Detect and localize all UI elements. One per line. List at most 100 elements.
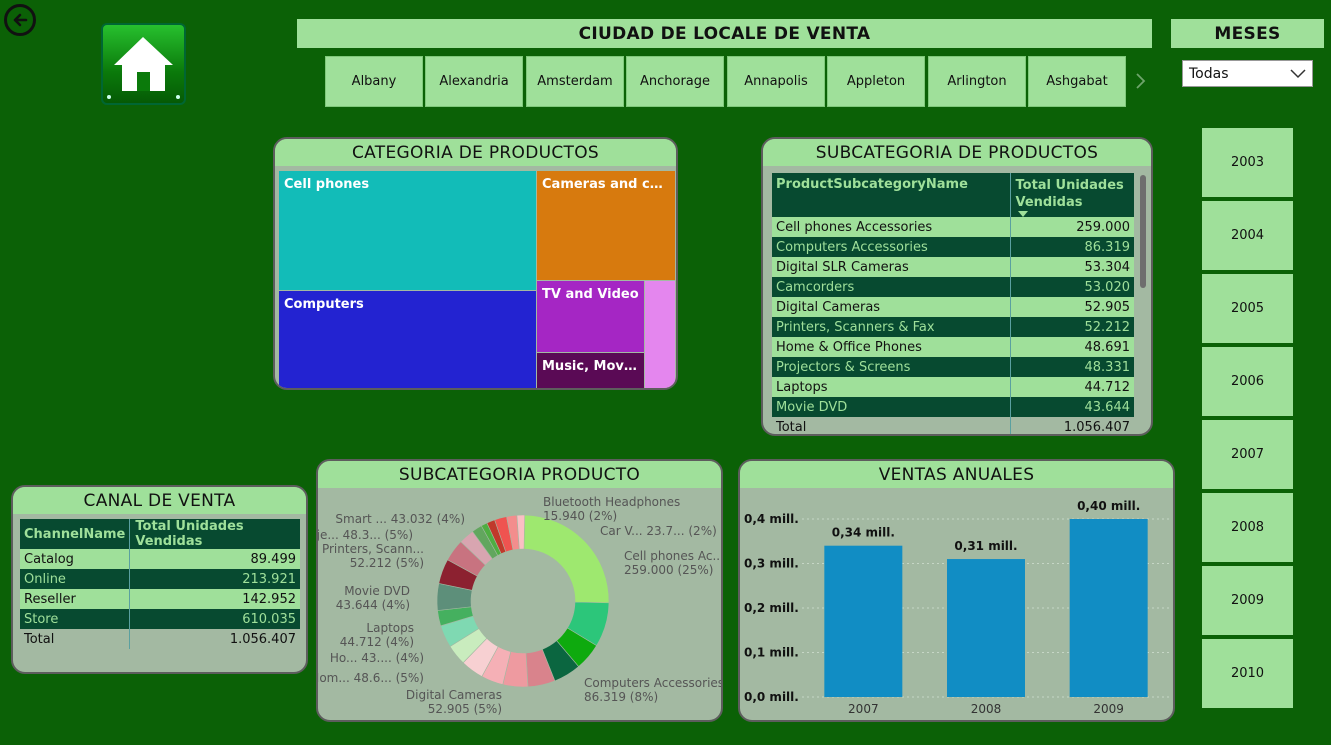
total-value: 1.056.407: [229, 631, 296, 647]
channel-table: ChannelName Total Unidades Vendidas Cata…: [20, 519, 300, 649]
year-tile[interactable]: 2007: [1202, 420, 1293, 489]
total-value: 1.056.407: [1063, 419, 1130, 435]
column-header-subcategory[interactable]: ProductSubcategoryName: [772, 173, 1011, 217]
channel-title: CANAL DE VENTA: [13, 487, 306, 514]
month-dropdown[interactable]: Todas: [1182, 60, 1313, 87]
year-tile[interactable]: 2008: [1202, 493, 1293, 562]
subcategory-table: ProductSubcategoryName Total Unidades Ve…: [772, 173, 1134, 435]
table-row[interactable]: Home & Office Phones 48.691: [772, 337, 1134, 357]
table-row[interactable]: Projectors & Screens 48.331: [772, 357, 1134, 377]
scrollbar-thumb[interactable]: [1140, 175, 1146, 288]
row-name: Reseller: [20, 589, 131, 609]
table-row[interactable]: Computers Accessories 86.319: [772, 237, 1134, 257]
total-label: Total: [20, 629, 131, 649]
table-row[interactable]: Laptops 44.712: [772, 377, 1134, 397]
row-name: Projectors & Screens: [772, 357, 1011, 377]
year-tile[interactable]: 2009: [1202, 566, 1293, 635]
home-button[interactable]: [101, 23, 186, 105]
table-row[interactable]: Cell phones Accessories 259.000: [772, 217, 1134, 237]
treemap-cell-music-movies[interactable]: Music, Movie…: [537, 353, 644, 388]
row-value: 52.905: [1084, 299, 1131, 315]
city-tile[interactable]: Albany: [325, 56, 423, 107]
table-row[interactable]: Digital Cameras 52.905: [772, 297, 1134, 317]
table-row[interactable]: Printers, Scanners & Fax 52.212: [772, 317, 1134, 337]
year-tile[interactable]: 2005: [1202, 274, 1293, 343]
x-tick-label: 2009: [1093, 702, 1124, 716]
year-tile[interactable]: 2010: [1202, 639, 1293, 708]
row-value: 48.331: [1084, 359, 1131, 375]
year-tile[interactable]: 2003: [1202, 128, 1293, 197]
table-row[interactable]: Movie DVD 43.644: [772, 397, 1134, 417]
row-name: Digital SLR Cameras: [772, 257, 1011, 277]
row-name: Store: [20, 609, 131, 629]
y-tick-label: 0,0 mill.: [744, 690, 799, 704]
channel-panel: CANAL DE VENTA ChannelName Total Unidade…: [11, 485, 308, 674]
treemap-cell-cameras[interactable]: Cameras and cam…: [537, 171, 675, 280]
row-value: 52.212: [1084, 319, 1131, 335]
bar-value-label: 0,31 mill.: [954, 539, 1017, 553]
row-value: 89.499: [250, 551, 297, 567]
bar-value-label: 0,40 mill.: [1077, 499, 1140, 513]
column-header-total[interactable]: Total Unidades Vendidas: [1010, 173, 1134, 217]
donut-title: SUBCATEGORIA PRODUCTO: [318, 461, 721, 488]
donut-label: Cell phones Ac...: [624, 549, 721, 563]
donut-label: Hom... 48.6... (5%): [318, 671, 424, 685]
subcategory-panel: SUBCATEGORIA DE PRODUCTOS ProductSubcate…: [761, 137, 1153, 436]
donut-label: 52.212 (5%): [350, 556, 424, 570]
table-row[interactable]: Digital SLR Cameras 53.304: [772, 257, 1134, 277]
donut-label: Computers Accessories: [584, 676, 721, 690]
back-button[interactable]: [4, 4, 36, 36]
row-value: 213.921: [242, 571, 296, 587]
column-header-total[interactable]: Total Unidades Vendidas: [130, 519, 300, 549]
table-row[interactable]: Catalog 89.499: [20, 549, 300, 569]
year-tile[interactable]: 2004: [1202, 201, 1293, 270]
category-panel: CATEGORIA DE PRODUCTOS Cell phones Camer…: [273, 137, 678, 390]
donut-label: 43.644 (4%): [336, 598, 410, 612]
category-title: CATEGORIA DE PRODUCTOS: [275, 139, 676, 166]
table-row[interactable]: Online 213.921: [20, 569, 300, 589]
x-tick-label: 2007: [848, 702, 879, 716]
bar-2009[interactable]: [1069, 519, 1148, 697]
row-name: Camcorders: [772, 277, 1011, 297]
row-value: 610.035: [242, 611, 296, 627]
treemap-cell-tv-video[interactable]: TV and Video: [537, 281, 644, 352]
donut-label: 259.000 (25%): [624, 563, 713, 577]
city-slicer-title: CIUDAD DE LOCALE DE VENTA: [297, 19, 1152, 48]
donut-label: Movie DVD: [344, 584, 410, 598]
donut-label: Proje... 48.3... (5%): [318, 528, 413, 542]
bar-value-label: 0,34 mill.: [832, 526, 895, 540]
column-header-channel[interactable]: ChannelName: [20, 519, 131, 549]
treemap-cell-computers[interactable]: Computers: [279, 291, 536, 388]
table-row[interactable]: Store 610.035: [20, 609, 300, 629]
table-row[interactable]: Reseller 142.952: [20, 589, 300, 609]
city-tile[interactable]: Alexandria: [425, 56, 523, 107]
city-tile[interactable]: Arlington: [928, 56, 1026, 107]
donut-label: Ho... 43.... (4%): [330, 651, 424, 665]
donut-label: 44.712 (4%): [340, 635, 414, 649]
donut-label: 52.905 (5%): [428, 702, 502, 716]
city-tile[interactable]: Amsterdam: [526, 56, 624, 107]
y-tick-label: 0,2 mill.: [744, 601, 799, 615]
bar-2007[interactable]: [824, 545, 903, 697]
city-tile[interactable]: Appleton: [827, 56, 925, 107]
city-tile[interactable]: Ashgabat: [1028, 56, 1126, 107]
donut-chart: Bluetooth Headphones 15.940 (2%) Car V..…: [318, 495, 721, 716]
city-tile[interactable]: Anchorage: [626, 56, 724, 107]
treemap-cell-other[interactable]: [645, 281, 675, 388]
row-name: Digital Cameras: [772, 297, 1011, 317]
row-name: Online: [20, 569, 131, 589]
bar-2008[interactable]: [947, 559, 1025, 697]
treemap-cell-cell-phones[interactable]: Cell phones: [279, 171, 536, 290]
x-tick-label: 2008: [971, 702, 1002, 716]
row-value: 53.304: [1084, 259, 1131, 275]
donut-slice[interactable]: [523, 514, 610, 604]
chevron-right-icon: [1136, 73, 1146, 89]
y-tick-label: 0,4 mill.: [744, 512, 799, 526]
donut-label: Smart ... 43.032 (4%): [335, 512, 465, 526]
city-tile[interactable]: Annapolis: [727, 56, 825, 107]
year-tile[interactable]: 2006: [1202, 347, 1293, 416]
subcategory-table-wrap: ProductSubcategoryName Total Unidades Ve…: [772, 173, 1134, 435]
table-row[interactable]: Camcorders 53.020: [772, 277, 1134, 297]
annual-sales-chart: 0,0 mill. 0,1 mill. 0,2 mill. 0,3 mill. 0,4 …: [744, 499, 1170, 716]
city-next-button[interactable]: [1134, 70, 1148, 92]
